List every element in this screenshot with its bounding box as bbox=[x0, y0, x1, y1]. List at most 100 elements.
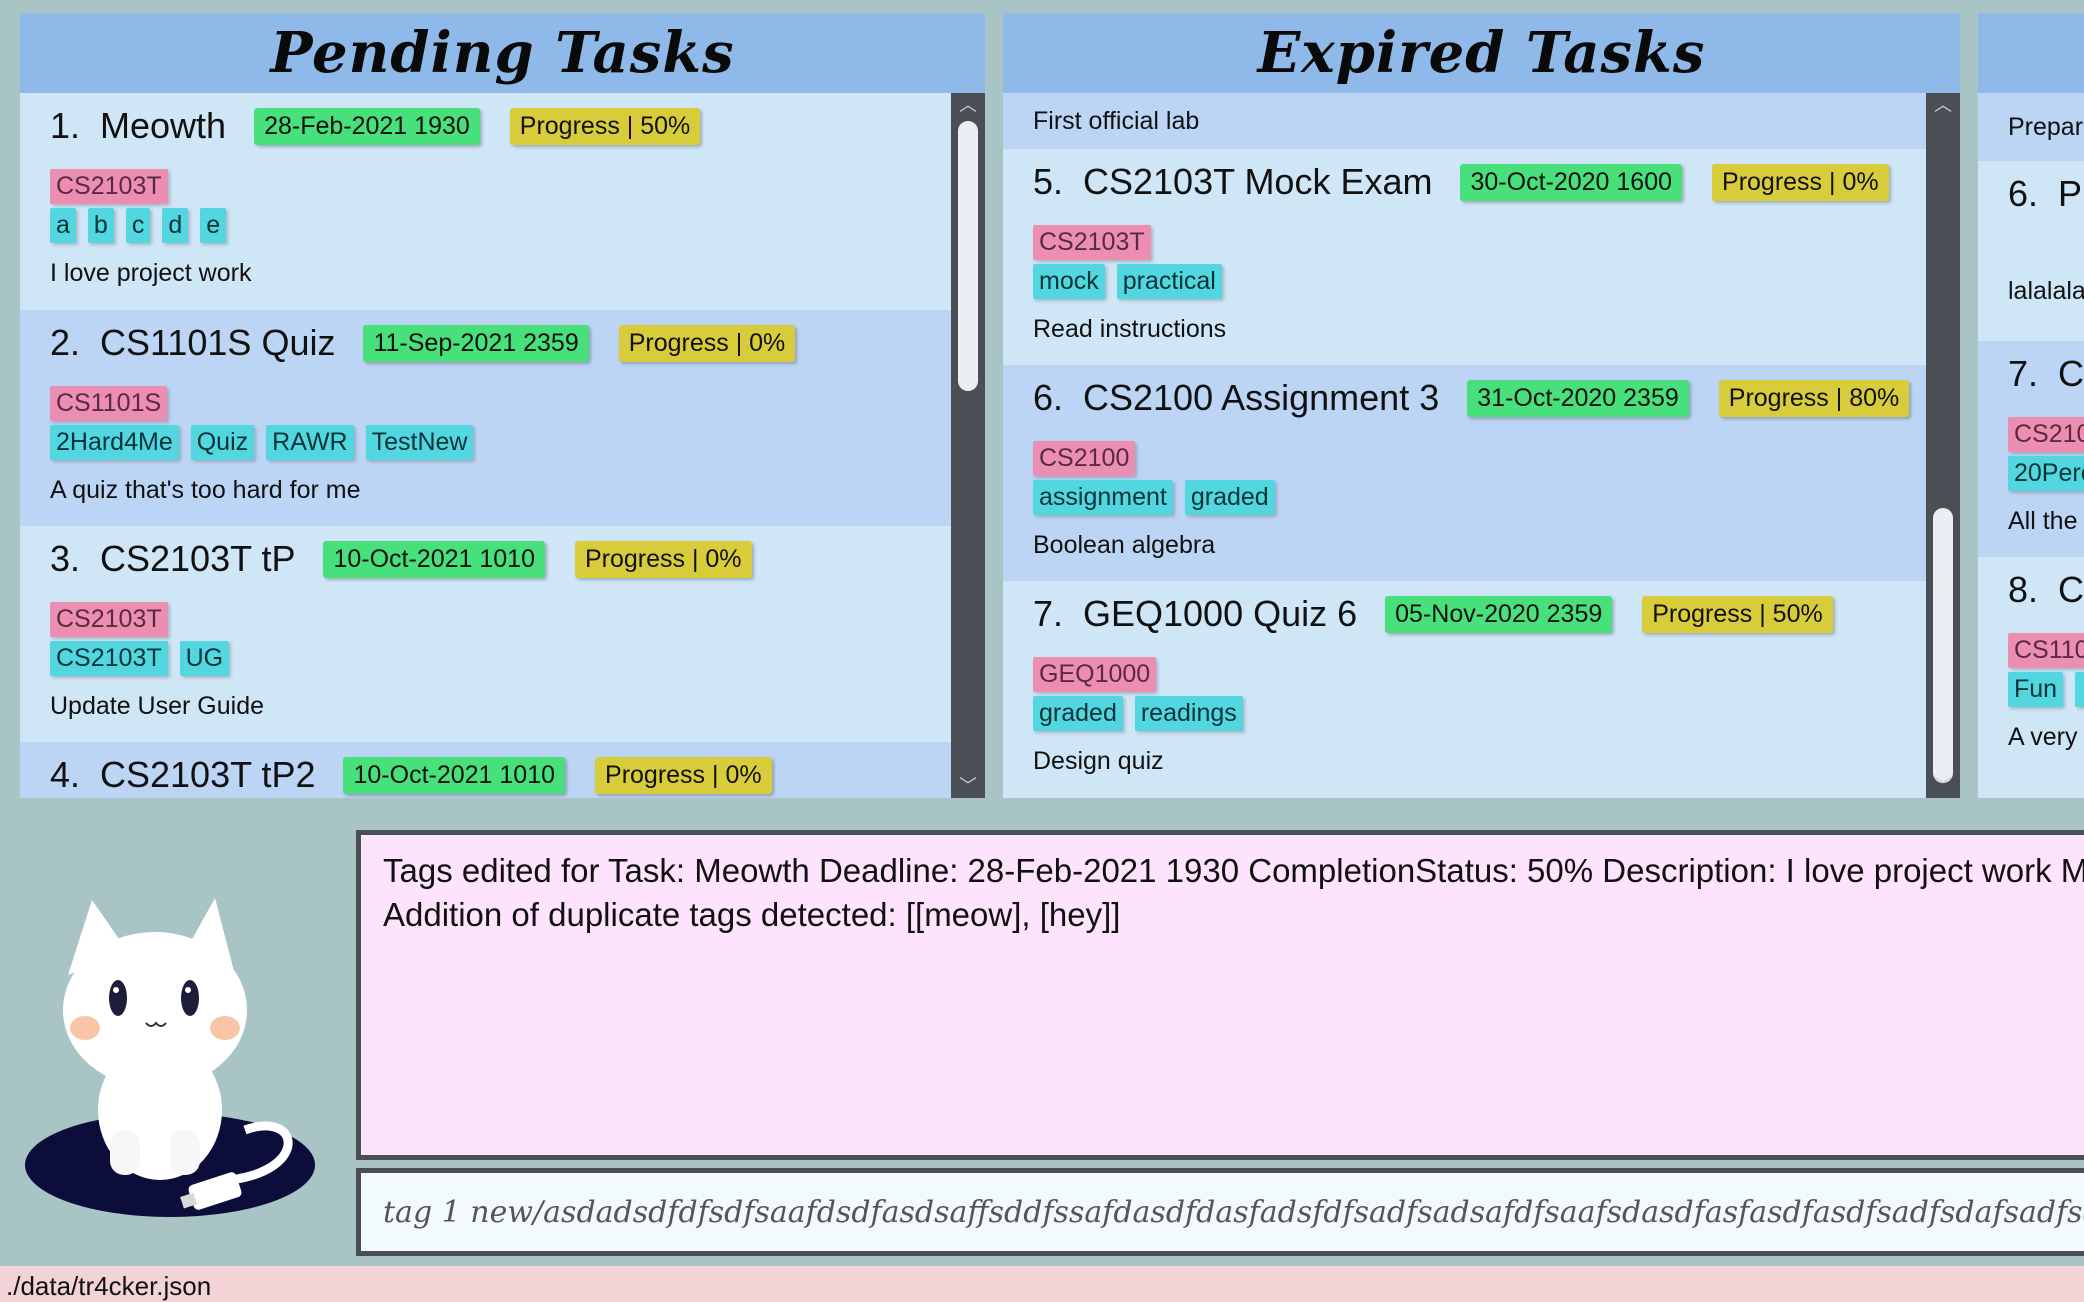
task-tag: CS2103T bbox=[50, 641, 168, 676]
task-card[interactable]: 4. CS2103T tP2 10-Oct-2021 1010 Progress… bbox=[20, 742, 951, 798]
pending-scrollbar[interactable]: ︿ ﹀ bbox=[951, 93, 985, 798]
task-description: First official lab bbox=[1003, 93, 1926, 149]
command-input[interactable]: tag 1 new/asdadsdfdfsdfsaafdsdfasdsaffsd… bbox=[356, 1168, 2084, 1256]
result-line: Tags edited for Task: Meowth Deadline: 2… bbox=[383, 852, 2084, 889]
task-name: CS2103T tP2 bbox=[100, 754, 316, 795]
progress-badge: Progress | 0% bbox=[618, 324, 796, 362]
task-card[interactable]: 6. Pl lalalala bbox=[1978, 161, 2084, 341]
task-tag: assignment bbox=[1033, 480, 1173, 515]
deadline-badge: 05-Nov-2020 2359 bbox=[1385, 595, 1613, 633]
module-tag: GEQ1000 bbox=[1033, 657, 1157, 692]
task-index: 3. bbox=[50, 538, 81, 579]
task-name: C bbox=[2058, 569, 2084, 610]
status-bar: ./data/tr4cker.json bbox=[0, 1266, 2084, 1302]
scroll-down-icon[interactable]: ﹀ bbox=[951, 774, 985, 798]
task-tag: RAWR bbox=[266, 425, 354, 460]
expired-task-list[interactable]: First official lab 5. CS2103T Mock Exam … bbox=[1003, 93, 1926, 798]
task-description: lalalala bbox=[2008, 277, 2084, 305]
module-tag: CS110 bbox=[2008, 633, 2084, 668]
task-tag: mock bbox=[1033, 264, 1105, 299]
deadline-badge: 10-Oct-2021 1010 bbox=[323, 540, 545, 578]
result-line: Addition of duplicate tags detected: [[m… bbox=[383, 896, 1121, 933]
task-tag: Fun bbox=[2008, 672, 2064, 707]
task-index: 1. bbox=[50, 105, 81, 146]
command-input-value[interactable]: tag 1 new/asdadsdfdfsdfsaafdsdfasdsaffsd… bbox=[383, 1195, 2084, 1230]
task-index: 6. bbox=[1033, 377, 1064, 418]
task-tag: b bbox=[87, 208, 114, 243]
deadline-badge: 28-Feb-2021 1930 bbox=[254, 107, 480, 145]
task-tag: Quiz bbox=[190, 425, 255, 460]
module-tag: CS2103T bbox=[50, 169, 168, 204]
deadline-badge: 11-Sep-2021 2359 bbox=[363, 324, 589, 362]
task-tag: d bbox=[162, 208, 189, 243]
task-tag: 2Hard4Me bbox=[50, 425, 179, 460]
task-description: All the l bbox=[2008, 507, 2084, 535]
task-description: A quiz that's too hard for me bbox=[50, 476, 361, 504]
progress-badge: Progress | 50% bbox=[1642, 595, 1833, 633]
task-tag: 20Perc bbox=[2008, 456, 2084, 491]
task-description: Design quiz bbox=[1033, 747, 1164, 775]
deadline-badge: 31-Oct-2020 2359 bbox=[1467, 379, 1689, 417]
expired-tasks-panel: Expired Tasks First official lab 5. CS21… bbox=[1003, 13, 1960, 798]
task-description: Update User Guide bbox=[50, 692, 265, 720]
third-tasks-panel: Prepare 6. Pl lalalala 7. C CS210 20Perc… bbox=[1978, 13, 2084, 798]
pending-tasks-title: Pending Tasks bbox=[20, 13, 985, 93]
task-name: CS2100 Assignment 3 bbox=[1083, 377, 1440, 418]
task-index: 7. bbox=[2008, 353, 2039, 394]
task-name: CS2103T tP bbox=[100, 538, 296, 579]
task-name: CS2103T Mock Exam bbox=[1083, 161, 1433, 202]
task-card[interactable]: 6. CS2100 Assignment 3 31-Oct-2020 2359 … bbox=[1003, 365, 1926, 581]
task-name: CS1101S Quiz bbox=[100, 322, 336, 363]
task-tag: a bbox=[50, 208, 76, 243]
task-description: Read instructions bbox=[1033, 315, 1227, 343]
task-index: 4. bbox=[50, 754, 81, 795]
task-tag: readings bbox=[1134, 696, 1243, 731]
task-card[interactable]: 7. GEQ1000 Quiz 6 05-Nov-2020 2359 Progr… bbox=[1003, 581, 1926, 797]
task-description: A very f bbox=[2008, 723, 2084, 751]
module-tag: CS2100 bbox=[1033, 441, 1136, 476]
task-index: 8. bbox=[2008, 569, 2039, 610]
scroll-down-icon[interactable]: ﹀ bbox=[1926, 774, 1960, 798]
task-tag: TestNew bbox=[365, 425, 474, 460]
task-name: GEQ1000 Quiz 6 bbox=[1083, 593, 1358, 634]
progress-badge: Progress | 50% bbox=[509, 107, 701, 145]
task-tag: c bbox=[125, 208, 151, 243]
pending-tasks-panel: Pending Tasks 1. Meowth 28-Feb-2021 1930… bbox=[20, 13, 985, 798]
task-tag: e bbox=[200, 208, 227, 243]
deadline-badge: 30-Oct-2020 1600 bbox=[1460, 163, 1683, 201]
third-panel-header bbox=[1978, 13, 2084, 93]
scroll-thumb[interactable] bbox=[1933, 508, 1953, 783]
task-card[interactable]: 8. C CS110 Fun A very f bbox=[1978, 557, 2084, 773]
task-card[interactable]: 2. CS1101S Quiz 11-Sep-2021 2359 Progres… bbox=[20, 310, 951, 526]
task-name: C bbox=[2058, 353, 2084, 394]
third-task-list[interactable]: Prepare 6. Pl lalalala 7. C CS210 20Perc… bbox=[1978, 93, 2084, 798]
module-tag: CS2103T bbox=[50, 602, 168, 637]
expired-scrollbar[interactable]: ︿ ﹀ bbox=[1926, 93, 1960, 798]
cat-mascot-icon bbox=[25, 898, 315, 1217]
scroll-thumb[interactable] bbox=[958, 121, 978, 391]
progress-badge: Progress | 0% bbox=[574, 540, 752, 578]
module-tag: CS210 bbox=[2008, 417, 2084, 452]
task-description: Boolean algebra bbox=[1033, 531, 1216, 559]
progress-badge: Progress | 0% bbox=[595, 756, 772, 794]
task-card[interactable]: 7. C CS210 20Perc All the l bbox=[1978, 341, 2084, 557]
data-file-path: ./data/tr4cker.json bbox=[6, 1271, 212, 1301]
task-tag: practical bbox=[1116, 264, 1222, 299]
result-display: Tags edited for Task: Meowth Deadline: 2… bbox=[356, 830, 2084, 1160]
scroll-up-icon[interactable]: ︿ bbox=[1926, 93, 1960, 117]
deadline-badge: 10-Oct-2021 1010 bbox=[343, 756, 566, 794]
module-tag: CS2103T bbox=[1033, 225, 1151, 260]
task-index: 5. bbox=[1033, 161, 1064, 202]
task-card[interactable]: 3. CS2103T tP 10-Oct-2021 1010 Progress … bbox=[20, 526, 951, 742]
task-description: Prepare bbox=[1978, 93, 2084, 161]
task-tag bbox=[2075, 672, 2084, 707]
task-card[interactable]: 1. Meowth 28-Feb-2021 1930 Progress | 50… bbox=[20, 93, 951, 310]
scroll-up-icon[interactable]: ︿ bbox=[951, 93, 985, 117]
task-tag: UG bbox=[179, 641, 230, 676]
pending-task-list[interactable]: 1. Meowth 28-Feb-2021 1930 Progress | 50… bbox=[20, 93, 951, 798]
task-card[interactable]: 5. CS2103T Mock Exam 30-Oct-2020 1600 Pr… bbox=[1003, 149, 1926, 365]
task-name: Meowth bbox=[100, 105, 227, 146]
progress-badge: Progress | 0% bbox=[1712, 163, 1889, 201]
task-index: 2. bbox=[50, 322, 81, 363]
task-index: 6. bbox=[2008, 173, 2039, 214]
